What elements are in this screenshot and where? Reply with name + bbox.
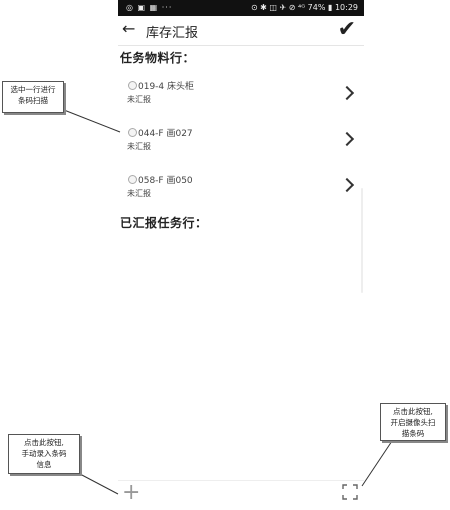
callout-camera-scan: 点击此按钮, 开启摄像头扫 描条码 <box>380 403 446 441</box>
callout-line: 点击此按钮, <box>393 407 433 416</box>
callout-line: 描条码 <box>401 429 425 438</box>
task-status: 未汇报 <box>127 142 151 151</box>
status-bar: ◎ ▣ ▦ ··· ⊙ ✱ ◫ ✈ ⊘ ⁴ᴳ 74% ▮ 10:29 <box>118 0 364 16</box>
plus-icon[interactable]: + <box>122 480 140 505</box>
task-row[interactable]: 019-4 床头柜 未汇报 <box>118 78 364 118</box>
checkmark-icon[interactable]: ✔ <box>338 17 356 42</box>
task-status: 未汇报 <box>127 189 151 198</box>
callout-line: 点击此按钮, <box>24 438 64 447</box>
task-row[interactable]: 044-F 画027 未汇报 <box>118 125 364 165</box>
radio-button[interactable] <box>128 128 137 137</box>
chevron-right-icon[interactable] <box>339 85 355 101</box>
callout-line: 选中一行进行 <box>10 85 56 94</box>
scan-frame-icon[interactable] <box>342 484 358 500</box>
callout-select-row: 选中一行进行 条码扫描 <box>2 81 64 113</box>
task-code: 058-F 画050 <box>138 176 193 186</box>
reported-section-title: 已汇报任务行： <box>120 216 208 230</box>
callout-line: 手动录入条码 <box>21 449 67 458</box>
phone-screen: ◎ ▣ ▦ ··· ⊙ ✱ ◫ ✈ ⊘ ⁴ᴳ 74% ▮ 10:29 ← 库存汇… <box>118 0 364 510</box>
callout-line: 条码扫描 <box>18 96 48 105</box>
status-icons-left: ◎ ▣ ▦ ··· <box>126 3 173 12</box>
page-title: 库存汇报 <box>146 26 199 41</box>
app-bar: ← 库存汇报 ✔ <box>118 17 364 45</box>
callout-manual-entry: 点击此按钮, 手动录入条码 信息 <box>8 434 80 474</box>
scrollbar[interactable] <box>361 188 363 293</box>
pending-section-title: 任务物料行： <box>120 51 196 65</box>
callout-line: 开启摄像头扫 <box>390 418 436 427</box>
task-code: 019-4 床头柜 <box>138 82 195 92</box>
arrow-left-icon[interactable]: ← <box>122 19 135 38</box>
task-code: 044-F 画027 <box>138 129 193 139</box>
radio-button[interactable] <box>128 81 137 90</box>
callout-line: 信息 <box>36 460 52 469</box>
task-status: 未汇报 <box>127 95 151 104</box>
bottom-divider <box>118 480 364 481</box>
task-row[interactable]: 058-F 画050 未汇报 <box>118 172 364 212</box>
header-divider <box>118 45 364 46</box>
status-icons-right: ⊙ ✱ ◫ ✈ ⊘ ⁴ᴳ 74% ▮ 10:29 <box>250 3 358 12</box>
radio-button[interactable] <box>128 175 137 184</box>
chevron-right-icon[interactable] <box>339 131 355 147</box>
chevron-right-icon[interactable] <box>339 177 355 193</box>
